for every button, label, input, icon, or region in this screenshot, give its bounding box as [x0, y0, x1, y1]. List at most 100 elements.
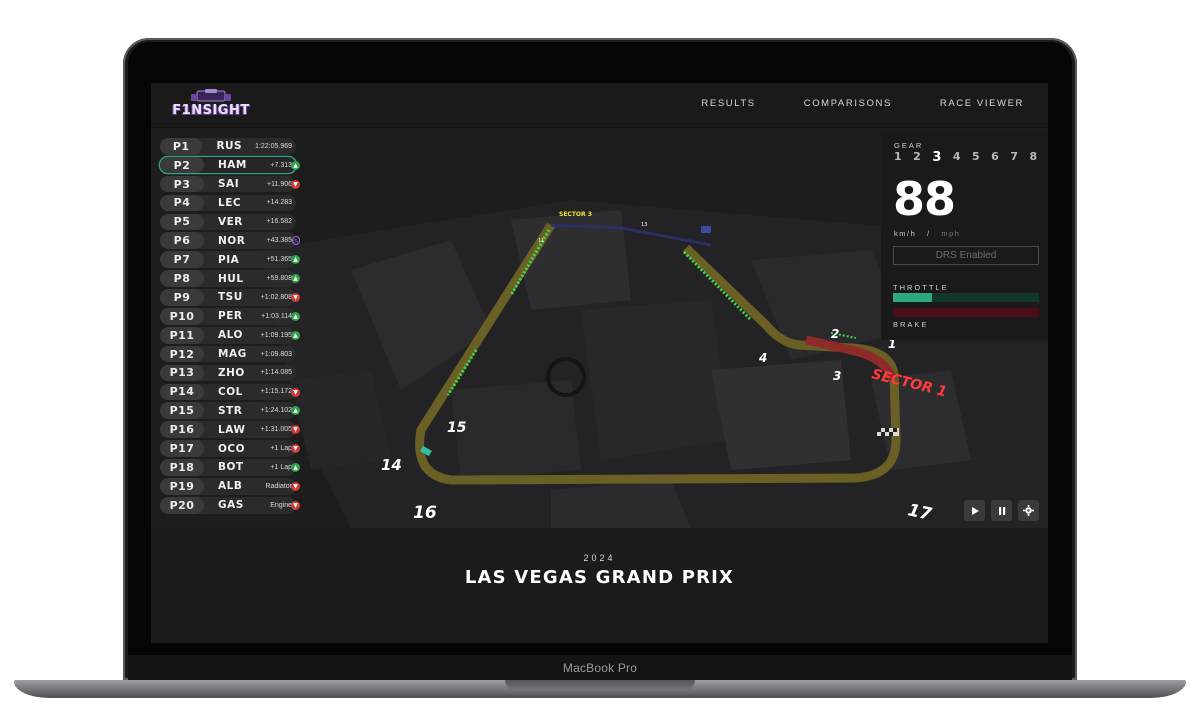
- position-down-icon: ▼: [291, 500, 300, 510]
- small-turn-label: 11: [538, 238, 544, 244]
- play-icon: [971, 506, 979, 515]
- position-label: P15: [160, 402, 204, 420]
- position-label: P13: [160, 364, 204, 382]
- small-turn-label: 13: [641, 222, 647, 228]
- gear-number: 3: [932, 150, 942, 165]
- position-up-icon: ▲: [291, 274, 300, 284]
- position-up-icon: ▲: [291, 255, 300, 265]
- standings-row[interactable]: P11 ALO +1:09.195 ▲: [160, 326, 300, 344]
- brand-name: F1NSIGHT: [172, 103, 250, 118]
- play-button[interactable]: [964, 500, 985, 521]
- turn-label: 4: [758, 351, 767, 365]
- standings-row[interactable]: P14 COL +1:15.172 ▼: [160, 383, 300, 401]
- position-up-icon: ▲: [291, 160, 300, 170]
- position-down-icon: ▼: [291, 387, 300, 397]
- driver-code: RUS: [216, 140, 243, 153]
- race-title: LAS VEGAS GRAND PRIX: [464, 567, 735, 588]
- unit-kmh[interactable]: km/h: [894, 229, 916, 238]
- nav-comparisons[interactable]: COMPARISONS: [804, 98, 892, 109]
- drs-status: DRS Enabled: [893, 246, 1039, 265]
- telemetry-panel: GEAR 12345678 88 km/h / mph DRS Enabled …: [881, 130, 1048, 340]
- position-label: P14: [160, 383, 204, 401]
- driver-code: BOT: [218, 461, 244, 474]
- standings-row[interactable]: P10 PER +1:03.114 ▲: [160, 308, 300, 325]
- driver-code: OCO: [218, 442, 246, 455]
- turn-label: 14: [381, 456, 402, 474]
- position-label: P8: [160, 270, 204, 287]
- standings-row[interactable]: P17 OCO +1 Lap ▼: [160, 440, 300, 457]
- nav-results[interactable]: RESULTS: [701, 98, 755, 109]
- driver-code: NOR: [218, 234, 246, 247]
- position-label: P5: [160, 213, 204, 231]
- driver-code: MAG: [218, 348, 247, 361]
- gap-time: +43.385: [266, 237, 293, 245]
- pause-icon: [998, 506, 1005, 515]
- gear-number: 1: [894, 150, 902, 163]
- app-screen: F1NSIGHT RESULTS COMPARISONS RACE VIEWER: [151, 83, 1048, 643]
- turn-label: 2: [831, 327, 839, 341]
- standings-row[interactable]: P8 HUL +59.808 ▲: [160, 270, 300, 287]
- race-header: 2024 LAS VEGAS GRAND PRIX: [151, 531, 1048, 643]
- standings-row[interactable]: P13 ZHO +1:14.085: [160, 364, 296, 382]
- position-up-icon: ▲: [291, 463, 300, 473]
- driver-code: ZHO: [218, 366, 245, 379]
- standings-row[interactable]: P4 LEC +14.283: [160, 194, 296, 212]
- standings-row[interactable]: P1 RUS 1:22:05.969: [160, 138, 296, 155]
- standings-row[interactable]: P18 BOT +1 Lap ▲: [160, 459, 300, 476]
- standings-row[interactable]: P3 SAI +11.906 ▼: [160, 175, 300, 193]
- position-label: P9: [160, 289, 204, 306]
- turn-label: 16: [413, 503, 437, 523]
- position-label: P11: [160, 326, 204, 344]
- position-label: P19: [160, 478, 204, 495]
- position-label: P10: [160, 308, 204, 325]
- standings-row[interactable]: P5 VER +16.582: [160, 213, 296, 231]
- standings-row[interactable]: P2 HAM +7.313 ▲: [160, 156, 300, 174]
- gear-number: 7: [1010, 150, 1018, 163]
- driver-code: GAS: [218, 499, 244, 512]
- sector-3-label: SECTOR 3: [559, 211, 592, 218]
- position-label: P7: [160, 251, 204, 268]
- gear-label: GEAR: [894, 141, 924, 150]
- standings-row[interactable]: P19 ALB Radiator ▼: [160, 478, 300, 495]
- driver-code: ALO: [218, 329, 243, 342]
- throttle-fill: [893, 293, 933, 302]
- race-year: 2024: [583, 553, 616, 563]
- driver-code: HAM: [218, 159, 247, 172]
- turn-label: 15: [447, 420, 467, 436]
- position-label: P2: [160, 156, 204, 174]
- standings-row[interactable]: P15 STR +1:24.102 ▲: [160, 402, 300, 420]
- driver-code: STR: [218, 404, 243, 417]
- driver-code: VER: [218, 215, 243, 228]
- gap-time: +1:14.085: [260, 369, 292, 377]
- pause-button[interactable]: [991, 500, 1012, 521]
- standings-row[interactable]: P7 PIA +51.365 ▲: [160, 251, 300, 268]
- top-nav: F1NSIGHT RESULTS COMPARISONS RACE VIEWER: [151, 83, 1048, 128]
- laptop-notch: [505, 680, 695, 690]
- turn-label: 3: [833, 369, 841, 383]
- gear-indicator: 12345678: [894, 150, 1037, 165]
- standings-list: P1 RUS 1:22:05.969 P2 HAM +7.313 ▲ P3 SAI +11.906…: [160, 138, 310, 516]
- standings-row[interactable]: P9 TSU +1:02.808 ▼: [160, 289, 300, 306]
- unit-separator: /: [927, 229, 931, 238]
- position-label: P17: [160, 440, 204, 457]
- standings-row[interactable]: P16 LAW +1:31.005 ▼: [160, 421, 300, 438]
- brand-logo[interactable]: F1NSIGHT: [171, 89, 251, 121]
- position-label: P6: [160, 232, 204, 250]
- nav-race-viewer[interactable]: RACE VIEWER: [940, 98, 1024, 109]
- standings-row[interactable]: P20 GAS Engine ▼: [160, 496, 300, 514]
- position-label: P1: [160, 138, 203, 155]
- gap-time: 1:22:05.969: [255, 142, 292, 150]
- settings-button[interactable]: [1018, 500, 1039, 521]
- gap-time: +1:09.803: [260, 350, 292, 358]
- position-label: P16: [160, 421, 204, 438]
- throttle-label: THROTTLE: [893, 283, 949, 292]
- standings-row[interactable]: P6 NOR +43.385 ◷: [160, 232, 300, 250]
- driver-code: HUL: [218, 272, 244, 285]
- standings-row[interactable]: P12 MAG +1:09.803: [160, 345, 296, 363]
- position-label: P3: [160, 175, 204, 193]
- device-label: MacBook Pro: [562, 661, 638, 675]
- position-label: P18: [160, 459, 204, 476]
- gear-icon: [1023, 505, 1034, 516]
- gap-time: +16.582: [266, 218, 293, 226]
- unit-mph[interactable]: mph: [941, 229, 960, 238]
